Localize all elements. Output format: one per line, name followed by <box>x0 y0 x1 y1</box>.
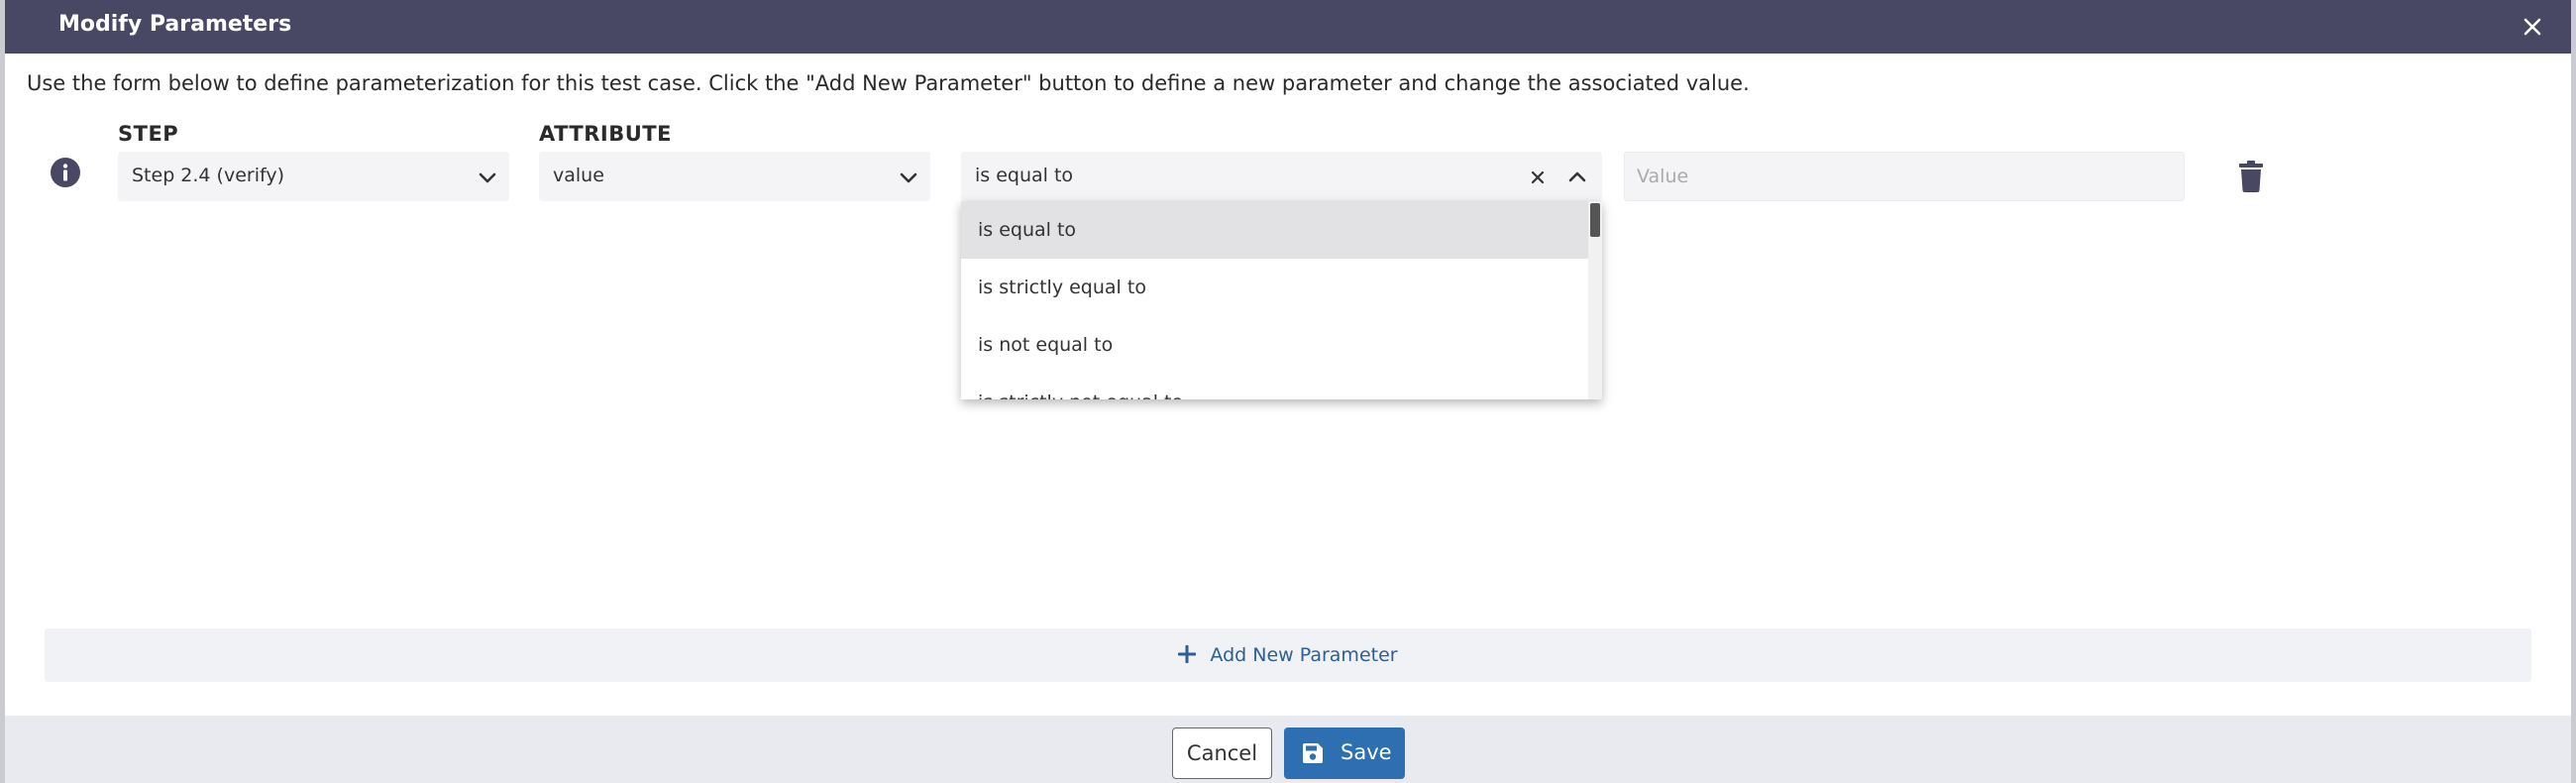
modify-parameters-modal: Modify Parameters Use the form below to … <box>5 0 2571 783</box>
step-column-label: STEP <box>118 122 179 146</box>
modal-footer: Cancel Save <box>5 716 2571 783</box>
add-new-parameter-label: Add New Parameter <box>1210 644 1398 666</box>
modal-title: Modify Parameters <box>58 12 292 37</box>
dropdown-option[interactable]: is not equal to <box>961 316 1588 374</box>
dropdown-option[interactable]: is strictly not equal to <box>961 374 1588 399</box>
operator-select-value: is equal to <box>975 165 1074 186</box>
modal-description: Use the form below to define parameteriz… <box>27 71 1750 95</box>
dropdown-option[interactable]: is strictly equal to <box>961 259 1588 316</box>
operator-dropdown: is equal to is strictly equal to is not … <box>961 201 1602 399</box>
chevron-up-icon[interactable] <box>1565 166 1589 189</box>
dropdown-scrollbar[interactable] <box>1588 201 1602 399</box>
step-select[interactable]: Step 2.4 (verify) <box>118 152 509 201</box>
attribute-column-label: ATTRIBUTE <box>539 122 672 146</box>
close-button[interactable] <box>2518 12 2547 42</box>
page-backdrop-right <box>2571 0 2576 783</box>
dropdown-option[interactable]: is equal to <box>961 201 1588 259</box>
attribute-select[interactable]: value <box>539 152 930 201</box>
plus-icon <box>1177 644 1197 664</box>
chevron-down-icon[interactable] <box>476 166 499 189</box>
close-icon <box>2523 18 2541 36</box>
clear-icon[interactable] <box>1527 167 1549 188</box>
operator-select[interactable]: is equal to <box>961 152 1602 201</box>
step-select-value: Step 2.4 (verify) <box>132 165 285 186</box>
modal-header: Modify Parameters <box>5 0 2571 54</box>
dropdown-scroll-thumb[interactable] <box>1590 203 1600 237</box>
attribute-select-value: value <box>553 165 604 186</box>
add-new-parameter-button[interactable]: Add New Parameter <box>45 628 2531 682</box>
add-new-parameter-content: Add New Parameter <box>45 644 2531 666</box>
trash-icon[interactable] <box>2237 161 2265 192</box>
save-icon <box>1303 743 1323 763</box>
chevron-down-icon[interactable] <box>897 166 920 189</box>
save-label: Save <box>1341 740 1392 764</box>
value-input[interactable] <box>1624 152 2185 201</box>
save-button[interactable]: Save <box>1284 727 1405 779</box>
cancel-button[interactable]: Cancel <box>1172 727 1272 779</box>
info-icon[interactable] <box>50 157 81 188</box>
